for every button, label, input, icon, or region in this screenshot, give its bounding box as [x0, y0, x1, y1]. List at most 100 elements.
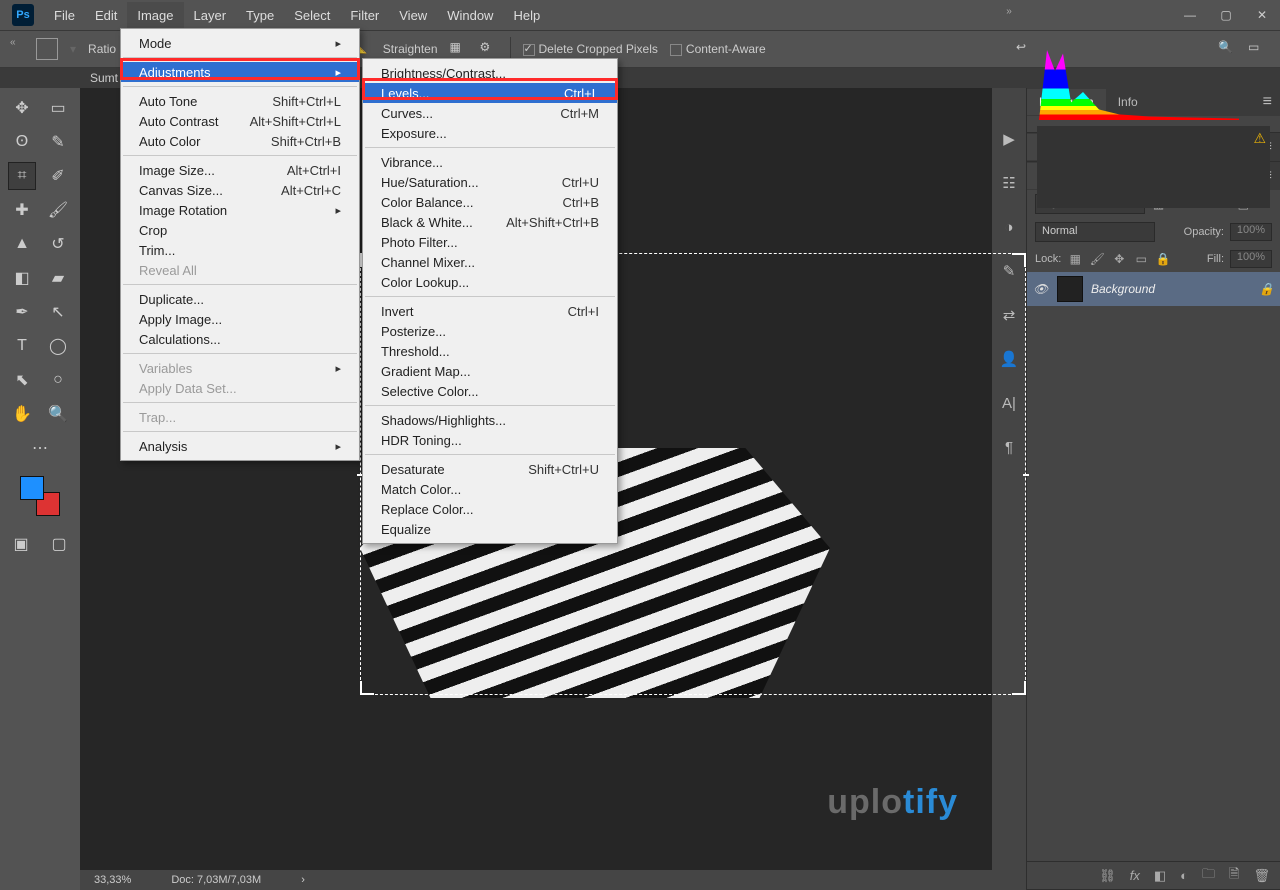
eraser-tool[interactable]: ◧: [8, 264, 36, 292]
opacity-value[interactable]: 100%: [1230, 223, 1272, 241]
adjustments-submenu[interactable]: Brightness/Contrast...Levels...Ctrl+LCur…: [362, 58, 618, 544]
menu-item[interactable]: Auto ContrastAlt+Shift+Ctrl+L: [121, 111, 359, 131]
quick-select-tool[interactable]: ✎: [44, 128, 72, 156]
menu-item[interactable]: Adjustments▸: [121, 62, 359, 82]
menu-item[interactable]: Brightness/Contrast...: [363, 63, 617, 83]
document-tab[interactable]: Sumt: [90, 71, 118, 85]
menu-item[interactable]: Auto ColorShift+Ctrl+B: [121, 131, 359, 151]
menu-item[interactable]: Gradient Map...: [363, 361, 617, 381]
hand-tool[interactable]: ✋: [8, 400, 36, 428]
cached-warning-icon[interactable]: ⚠: [1253, 130, 1266, 147]
menu-item[interactable]: Shadows/Highlights...: [363, 410, 617, 430]
type-tool[interactable]: T: [8, 332, 36, 360]
status-arrow-icon[interactable]: ›: [301, 874, 305, 886]
zoom-level[interactable]: 33,33%: [94, 874, 131, 886]
maximize-button[interactable]: ▢: [1208, 0, 1244, 30]
menu-layer[interactable]: Layer: [184, 2, 237, 29]
menu-item[interactable]: Mode▸: [121, 33, 359, 53]
menu-item[interactable]: Match Color...: [363, 479, 617, 499]
foreground-color[interactable]: [20, 476, 44, 500]
new-layer-icon[interactable]: 🗎: [1229, 865, 1239, 887]
gradient-tool[interactable]: ▰: [44, 264, 72, 292]
menu-item[interactable]: Color Lookup...: [363, 272, 617, 292]
menu-item[interactable]: Canvas Size...Alt+Ctrl+C: [121, 180, 359, 200]
layer-lock-icon[interactable]: 🔒: [1259, 282, 1274, 296]
history-brush-tool[interactable]: ↺: [44, 230, 72, 258]
reset-icon[interactable]: ↩: [1016, 40, 1034, 58]
menu-window[interactable]: Window: [437, 2, 503, 29]
layer-row[interactable]: 👁 Background 🔒: [1027, 272, 1280, 306]
menu-item[interactable]: Exposure...: [363, 123, 617, 143]
tab-info[interactable]: Info: [1106, 89, 1150, 115]
clone-stamp-tool[interactable]: ▲: [8, 230, 36, 258]
menu-item[interactable]: Photo Filter...: [363, 232, 617, 252]
layer-fx-icon[interactable]: fx: [1130, 868, 1140, 883]
screen-mode-icon[interactable]: ▢: [45, 530, 73, 558]
new-group-icon[interactable]: 🗀: [1202, 865, 1215, 887]
pen-tool[interactable]: ✒: [8, 298, 36, 326]
menu-item[interactable]: Threshold...: [363, 341, 617, 361]
menu-item[interactable]: Analysis▸: [121, 436, 359, 456]
menu-item[interactable]: Duplicate...: [121, 289, 359, 309]
search-icon[interactable]: 🔍: [1218, 40, 1236, 58]
move-tool[interactable]: ✥: [8, 94, 36, 122]
content-aware-checkbox[interactable]: Content-Aware: [670, 42, 766, 56]
menu-image[interactable]: Image: [127, 2, 183, 29]
marquee-tool[interactable]: ▭: [44, 94, 72, 122]
properties-icon[interactable]: ◑: [998, 216, 1020, 238]
delete-layer-icon[interactable]: 🗑: [1253, 868, 1270, 884]
crop-tool[interactable]: ⌗: [8, 162, 36, 190]
panel-menu-icon[interactable]: ≡: [1255, 93, 1280, 111]
color-swatches[interactable]: [20, 476, 60, 516]
edit-toolbar[interactable]: ⋯: [26, 434, 54, 462]
menu-item[interactable]: Channel Mixer...: [363, 252, 617, 272]
menu-item[interactable]: HDR Toning...: [363, 430, 617, 450]
link-layers-icon[interactable]: ⛓: [1099, 868, 1116, 884]
layer-mask-icon[interactable]: ◧: [1154, 868, 1166, 884]
menu-view[interactable]: View: [389, 2, 437, 29]
menu-item[interactable]: Color Balance...Ctrl+B: [363, 192, 617, 212]
workspace-icon[interactable]: ▭: [1248, 40, 1266, 58]
layer-thumbnail[interactable]: [1057, 276, 1083, 302]
menu-filter[interactable]: Filter: [340, 2, 389, 29]
lock-position-icon[interactable]: ✥: [1111, 251, 1127, 267]
menu-item[interactable]: Trim...: [121, 240, 359, 260]
menu-item[interactable]: Levels...Ctrl+L: [363, 83, 617, 103]
menu-help[interactable]: Help: [503, 2, 550, 29]
lasso-tool[interactable]: ʘ: [8, 128, 36, 156]
eyedropper-tool[interactable]: ✐: [44, 162, 72, 190]
menu-item[interactable]: Black & White...Alt+Shift+Ctrl+B: [363, 212, 617, 232]
shape-tool[interactable]: ◯: [44, 332, 72, 360]
minimize-button[interactable]: —: [1172, 0, 1208, 30]
healing-brush-tool[interactable]: ✚: [8, 196, 36, 224]
brush-tool[interactable]: 🖌: [44, 196, 72, 224]
lock-paint-icon[interactable]: 🖌: [1089, 251, 1105, 267]
menu-type[interactable]: Type: [236, 2, 284, 29]
crop-options-icon[interactable]: ⚙: [480, 40, 498, 58]
menu-item[interactable]: InvertCtrl+I: [363, 301, 617, 321]
history-icon[interactable]: ☷: [998, 172, 1020, 194]
collapse-icon[interactable]: «: [10, 37, 16, 48]
menu-item[interactable]: Image Size...Alt+Ctrl+I: [121, 160, 359, 180]
lock-all-icon[interactable]: 🔒: [1155, 251, 1171, 267]
menu-item[interactable]: Vibrance...: [363, 152, 617, 172]
direct-select-tool[interactable]: ⬉: [8, 366, 36, 394]
expand-dock-icon[interactable]: »: [1006, 6, 1012, 17]
menu-edit[interactable]: Edit: [85, 2, 127, 29]
overlay-grid-icon[interactable]: ▦: [450, 40, 468, 58]
zoom-tool[interactable]: 🔍: [44, 400, 72, 428]
ellipse-tool[interactable]: ○: [44, 366, 72, 394]
close-button[interactable]: ✕: [1244, 0, 1280, 30]
menu-item[interactable]: Replace Color...: [363, 499, 617, 519]
crop-tool-icon[interactable]: [36, 38, 58, 60]
lock-transparency-icon[interactable]: ▦: [1067, 251, 1083, 267]
menu-item[interactable]: Auto ToneShift+Ctrl+L: [121, 91, 359, 111]
menu-item[interactable]: Equalize: [363, 519, 617, 539]
delete-cropped-checkbox[interactable]: Delete Cropped Pixels: [523, 42, 658, 56]
menu-item[interactable]: Selective Color...: [363, 381, 617, 401]
menu-item[interactable]: Image Rotation▸: [121, 200, 359, 220]
menu-select[interactable]: Select: [284, 2, 340, 29]
blend-mode-select[interactable]: Normal: [1035, 222, 1155, 242]
menu-item[interactable]: Posterize...: [363, 321, 617, 341]
quick-mask-icon[interactable]: ▣: [7, 530, 35, 558]
